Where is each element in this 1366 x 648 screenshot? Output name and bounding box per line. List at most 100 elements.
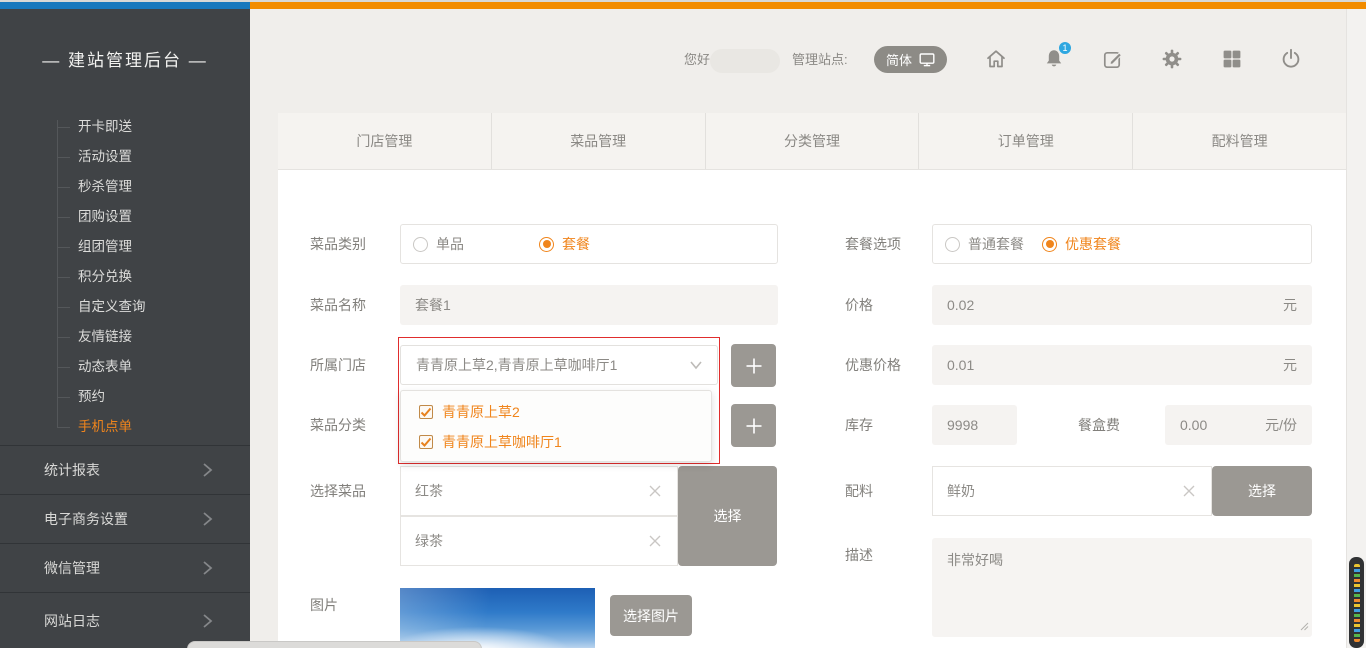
sidebar: — 建站管理后台 — 开卡即送 活动设置 秒杀管理 团购设置 组团管理 积分兑换…: [0, 9, 250, 648]
tree-tick: [57, 427, 70, 428]
horizontal-scrollbar[interactable]: [187, 641, 482, 648]
apps-grid-icon[interactable]: [1219, 46, 1245, 72]
tree-tick: [57, 247, 70, 248]
sidebar-item-points[interactable]: 积分兑换: [0, 262, 250, 292]
ingredient-label: 配料: [845, 481, 873, 501]
tab-dish-management[interactable]: 菜品管理: [491, 113, 705, 169]
add-dish-category-button[interactable]: [731, 404, 776, 447]
radio-discount-combo[interactable]: [1042, 237, 1057, 252]
tab-category-management[interactable]: 分类管理: [705, 113, 919, 169]
chevron-right-icon: [200, 559, 214, 577]
store-label: 所属门店: [310, 355, 366, 375]
tab-ingredient-management[interactable]: 配料管理: [1132, 113, 1346, 169]
language-switch-button[interactable]: 简体: [874, 46, 947, 73]
power-icon[interactable]: [1278, 46, 1304, 72]
sidebar-item-team[interactable]: 组团管理: [0, 232, 250, 262]
discount-price-input[interactable]: 0.01 元: [932, 345, 1312, 385]
sidebar-item-card-gift[interactable]: 开卡即送: [0, 112, 250, 142]
plus-icon: [744, 356, 764, 376]
tab-store-management[interactable]: 门店管理: [278, 113, 491, 169]
chevron-right-icon: [200, 612, 214, 630]
discount-price-unit: 元: [1283, 355, 1297, 375]
store-option-2[interactable]: 青青原上草咖啡厅1: [401, 427, 711, 457]
tree-tick: [57, 157, 70, 158]
chevron-right-icon: [200, 510, 214, 528]
stock-label: 库存: [845, 415, 873, 435]
choose-image-button[interactable]: 选择图片: [610, 595, 692, 636]
sidebar-item-booking[interactable]: 预约: [0, 382, 250, 412]
checkbox-checked-icon[interactable]: [419, 405, 433, 419]
vertical-scrollbar-track[interactable]: [1346, 9, 1366, 648]
sidebar-item-seckill[interactable]: 秒杀管理: [0, 172, 250, 202]
store-dropdown: 青青原上草2 青青原上草咖啡厅1: [400, 390, 712, 462]
sidebar-item-mobile-order[interactable]: 手机点单: [0, 412, 250, 442]
tree-tick: [57, 127, 70, 128]
sidebar-item-custom-query[interactable]: 自定义查询: [0, 292, 250, 322]
checkbox-checked-icon[interactable]: [419, 435, 433, 449]
combo-option-group: 普通套餐 优惠套餐: [932, 224, 1312, 264]
dish-image-preview[interactable]: [400, 588, 595, 648]
chevron-down-icon: [687, 356, 705, 374]
select-dishes-label: 选择菜品: [310, 481, 366, 501]
box-fee-label: 餐盒费: [1078, 415, 1120, 435]
radio-single-dish[interactable]: [413, 237, 428, 252]
price-label: 价格: [845, 295, 873, 315]
sidebar-group-site-log[interactable]: 网站日志: [0, 592, 250, 648]
image-label: 图片: [310, 595, 338, 615]
radio-combo-dish-label: 套餐: [562, 234, 590, 254]
sidebar-item-activity-settings[interactable]: 活动设置: [0, 142, 250, 172]
notification-badge: 1: [1057, 40, 1073, 56]
tree-tick: [57, 397, 70, 398]
tab-order-management[interactable]: 订单管理: [918, 113, 1132, 169]
sidebar-title: — 建站管理后台 —: [0, 46, 250, 71]
home-icon[interactable]: [983, 46, 1009, 72]
topbar-orange: [250, 2, 1366, 9]
dish-item-name: 绿茶: [415, 531, 443, 551]
description-textarea[interactable]: 非常好喝: [932, 538, 1312, 637]
username-redacted: [710, 49, 780, 73]
sidebar-group-ecommerce[interactable]: 电子商务设置: [0, 494, 250, 543]
sidebar-item-links[interactable]: 友情链接: [0, 322, 250, 352]
tree-tick: [57, 277, 70, 278]
tree-tick: [57, 187, 70, 188]
sidebar-item-dynamic-form[interactable]: 动态表单: [0, 352, 250, 382]
dish-type-group: 单品 套餐: [400, 224, 778, 264]
radio-normal-combo-label: 普通套餐: [968, 234, 1024, 254]
sidebar-group-statistics[interactable]: 统计报表: [0, 445, 250, 494]
store-option-1[interactable]: 青青原上草2: [401, 397, 711, 427]
chevron-right-icon: [200, 461, 214, 479]
store-select[interactable]: 青青原上草2,青青原上草咖啡厅1: [400, 345, 718, 385]
remove-dish-icon[interactable]: [647, 483, 663, 499]
radio-normal-combo[interactable]: [945, 237, 960, 252]
add-store-button[interactable]: [731, 344, 776, 387]
sidebar-item-groupbuy[interactable]: 团购设置: [0, 202, 250, 232]
ingredient-row: 鲜奶: [932, 466, 1212, 516]
gear-icon[interactable]: [1159, 46, 1185, 72]
radio-combo-dish[interactable]: [539, 237, 554, 252]
choose-ingredient-button[interactable]: 选择: [1212, 466, 1312, 516]
price-unit: 元: [1283, 295, 1297, 315]
dish-name-label: 菜品名称: [310, 295, 366, 315]
price-input[interactable]: 0.02 元: [932, 285, 1312, 325]
remove-ingredient-icon[interactable]: [1181, 483, 1197, 499]
dish-type-label: 菜品类别: [310, 234, 366, 254]
compose-icon[interactable]: [1100, 46, 1126, 72]
topbar-blue: [0, 2, 250, 9]
box-fee-input[interactable]: 0.00 元/份: [1165, 405, 1312, 445]
stock-input[interactable]: 9998: [932, 405, 1017, 445]
radio-discount-combo-label: 优惠套餐: [1065, 234, 1121, 254]
choose-dishes-button[interactable]: 选择: [678, 466, 777, 566]
main-panel: 门店管理 菜品管理 分类管理 订单管理 配料管理 菜品类别 单品 套餐 菜品名称…: [278, 113, 1346, 648]
resize-handle-icon[interactable]: [1299, 618, 1309, 634]
vertical-scrollbar-thumb[interactable]: [1349, 557, 1364, 648]
dish-name-input[interactable]: 套餐1: [400, 285, 778, 325]
tree-tick: [57, 367, 70, 368]
remove-dish-icon[interactable]: [647, 533, 663, 549]
monitor-icon: [919, 52, 935, 68]
app-window: — 建站管理后台 — 开卡即送 活动设置 秒杀管理 团购设置 组团管理 积分兑换…: [0, 0, 1366, 648]
sidebar-group-wechat[interactable]: 微信管理: [0, 543, 250, 592]
description-label: 描述: [845, 545, 873, 565]
store-select-value: 青青原上草2,青青原上草咖啡厅1: [416, 355, 617, 375]
box-fee-unit: 元/份: [1265, 415, 1297, 435]
scrollbar-marker-dots: [1354, 564, 1360, 642]
